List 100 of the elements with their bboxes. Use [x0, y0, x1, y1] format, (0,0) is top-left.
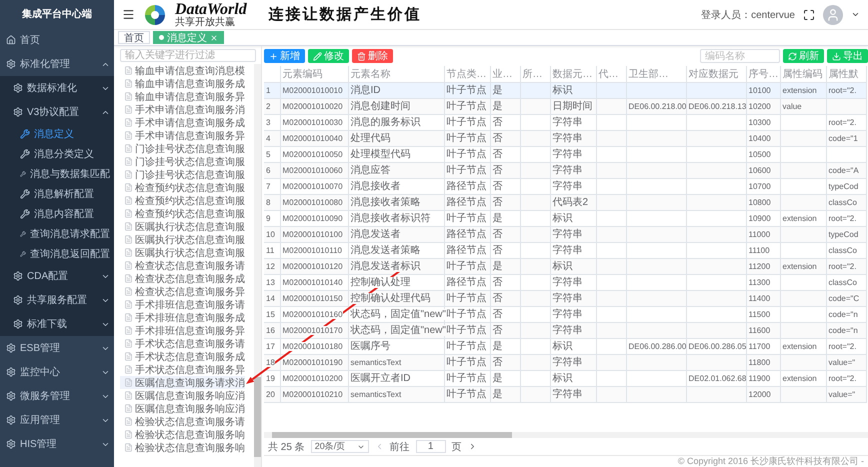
- delete-icon: [357, 52, 366, 60]
- scrollbar-thumb[interactable]: [272, 432, 512, 438]
- wrench-icon: [20, 129, 30, 139]
- wrench-icon: [20, 249, 26, 259]
- table-row[interactable]: 8 M020001010080 消息接收者策略 路径节点 否 代码表2 10800 classCo: [264, 194, 866, 210]
- gear-icon: [6, 439, 16, 449]
- document-icon: [124, 79, 133, 88]
- sidebar-item[interactable]: 消息内容配置: [0, 204, 114, 224]
- table-cell: DE06.00.286.00: [628, 342, 686, 350]
- table-cell: 消息发送者: [350, 229, 400, 240]
- table-cell: 状态码，固定值"new": [350, 325, 446, 336]
- document-icon: [124, 300, 133, 309]
- table-cell: 10400: [748, 134, 771, 142]
- table-row[interactable]: 11 M020001010110 消息发送者策略 路径节点 否 字符串 11100 classCo: [264, 242, 866, 258]
- table-cell: extension: [782, 374, 817, 382]
- table-cell: M020001010010: [282, 86, 343, 94]
- table-cell: 10900: [748, 214, 771, 222]
- table-cell: 消息发送者标识: [350, 261, 420, 272]
- fullscreen-icon[interactable]: [803, 8, 815, 20]
- table-row[interactable]: 19 M020001010200 医嘱开立者ID 叶子节点 是 标识 DE02.01.062.68 11900 extension root="2.: [264, 370, 866, 386]
- table-row[interactable]: 12 M020001010120 消息发送者标识 叶子节点 是 标识 11200 extension root="2.: [264, 258, 866, 274]
- table-row[interactable]: 15 M020001010160 状态码，固定值"new"叶子节点 否 字符串 11500 code="n: [264, 306, 866, 322]
- table-cell: 是: [492, 261, 502, 272]
- page-size-select[interactable]: 20条/页: [310, 440, 369, 453]
- table-cell: M020001010030: [282, 118, 343, 126]
- table-cell: 叶子节点: [446, 389, 486, 400]
- row-number: 8: [266, 198, 270, 206]
- table-cell: code="C: [828, 294, 860, 302]
- table-cell: code="n: [828, 326, 858, 334]
- sidebar-item[interactable]: 消息定义: [0, 124, 114, 144]
- table-cell: 否: [492, 165, 502, 176]
- menu-icon[interactable]: [122, 8, 135, 21]
- table-cell: 12000: [748, 390, 771, 398]
- sidebar-item[interactable]: 共享服务配置: [0, 288, 114, 312]
- table-row[interactable]: 5 M020001010050 处理模型代码 叶子节点 否 字符串 10500: [264, 146, 866, 162]
- row-number: 12: [266, 262, 275, 270]
- document-icon: [124, 313, 133, 322]
- table-row[interactable]: 10 M020001010100 消息发送者 路径节点 否 字符串 11000 typeCod: [264, 226, 866, 242]
- table-cell: 路径节点: [446, 277, 486, 288]
- document-icon: [124, 261, 133, 270]
- wrench-icon: [20, 209, 30, 219]
- sidebar-item[interactable]: 标准下载: [0, 312, 114, 336]
- search-field[interactable]: 编码名称: [700, 49, 780, 63]
- avatar-icon[interactable]: [823, 4, 843, 24]
- table-cell: 否: [492, 181, 502, 192]
- table-cell: 消息的服务标识: [350, 117, 420, 128]
- document-icon: [124, 339, 133, 348]
- table-row[interactable]: 20 M020001010210 semanticsText 叶子节点 是 字符串 12000 value=": [264, 386, 866, 402]
- table-cell: 10800: [748, 198, 771, 206]
- table-cell: 否: [492, 325, 502, 336]
- table-cell: M020001010150: [282, 294, 343, 302]
- row-number: 19: [266, 374, 275, 382]
- table-row[interactable]: 6 M020001010060 消息应答 叶子节点 否 字符串 10600 code="A: [264, 162, 866, 178]
- sidebar-item[interactable]: 数据标准化: [0, 76, 114, 100]
- table-row[interactable]: 2 M020001010020 消息创建时间 叶子节点 是 日期时间 DE06.00.218.00 DE06.00.218.13 10200 value: [264, 98, 866, 114]
- table-cell: 医嘱开立者ID: [350, 373, 410, 384]
- table-row[interactable]: 4 M020001010040 处理代码 叶子节点 否 字符串 10400 code="1: [264, 130, 866, 146]
- document-icon: [124, 404, 133, 413]
- table-row[interactable]: 3 M020001010030 消息的服务标识 叶子节点 否 字符串 10300 root="2.: [264, 114, 866, 130]
- table-row[interactable]: 7 M020001010070 消息接收者 路径节点 否 字符串 10700 typeCod: [264, 178, 866, 194]
- sidebar-item[interactable]: V3协议配置: [0, 100, 114, 124]
- caret-icon[interactable]: [851, 10, 860, 19]
- document-icon: [124, 157, 133, 166]
- sidebar-item[interactable]: 查询消息返回配置: [0, 244, 114, 264]
- table-cell: 叶子节点: [446, 101, 486, 112]
- page-field[interactable]: 1: [416, 440, 446, 453]
- column-header: 业…: [490, 66, 520, 82]
- copyright: © Copyright 2016 长沙康氏软件科技有限公司 -: [678, 455, 864, 467]
- table-cell: 消息发送者策略: [350, 245, 420, 256]
- table-cell: extension: [782, 342, 817, 350]
- tree-item[interactable]: 医嘱信息查询服务请求消: [120, 376, 245, 389]
- table-row[interactable]: 14 M020001010150 控制确认处理代码 叶子节点 否 字符串 11400 code="C: [264, 290, 866, 306]
- gear-icon: [6, 59, 16, 69]
- table-row[interactable]: 16 M020001010170 状态码，固定值"new"叶子节点 否 字符串 11600 code="n: [264, 322, 866, 338]
- scrollbar-thumb[interactable]: [254, 377, 261, 457]
- delete-button[interactable]: 删除: [352, 49, 393, 63]
- table-row[interactable]: 1 M020001010010 消息ID 叶子节点 是 标识 10100 extension root="2.: [264, 82, 866, 98]
- sidebar-item[interactable]: 查询消息请求配置: [0, 224, 114, 244]
- add-button[interactable]: 新增: [264, 49, 305, 63]
- sidebar-item[interactable]: 消息解析配置: [0, 184, 114, 204]
- document-icon: [124, 430, 133, 439]
- tab[interactable]: 首页: [118, 31, 150, 44]
- document-icon: [124, 248, 133, 257]
- sidebar-item[interactable]: 消息与数据集匹配: [0, 164, 114, 184]
- table-row[interactable]: 13 M020001010140 控制确认处理 路径节点 否 字符串 11300 classCo: [264, 274, 866, 290]
- sidebar-item[interactable]: CDA配置: [0, 264, 114, 288]
- table-row[interactable]: 18 M020001010190 semanticsText 叶子节点 否 字符串 11800 value=": [264, 354, 866, 370]
- table-cell: value: [782, 102, 802, 110]
- row-number: 5: [266, 150, 270, 158]
- table-cell: 状态码，固定值"new": [350, 309, 446, 320]
- table-row[interactable]: 9 M020001010090 消息接收者标识符 叶子节点 是 标识 10900 extension root="2.: [264, 210, 866, 226]
- table-row[interactable]: 17 M020001010180 医嘱序号 叶子节点 是 标识 DE06.00.286.00 DE06.00.286.05 11700 extension root="2.: [264, 338, 866, 354]
- table-cell: 否: [492, 197, 502, 208]
- close-icon[interactable]: [210, 34, 218, 42]
- table-cell: root="2.: [828, 214, 856, 222]
- sidebar-item[interactable]: 消息分类定义: [0, 144, 114, 164]
- document-icon: [124, 144, 133, 153]
- scrollbar[interactable]: [254, 64, 261, 467]
- table-cell: 否: [492, 357, 502, 368]
- scrollbar[interactable]: [264, 432, 868, 438]
